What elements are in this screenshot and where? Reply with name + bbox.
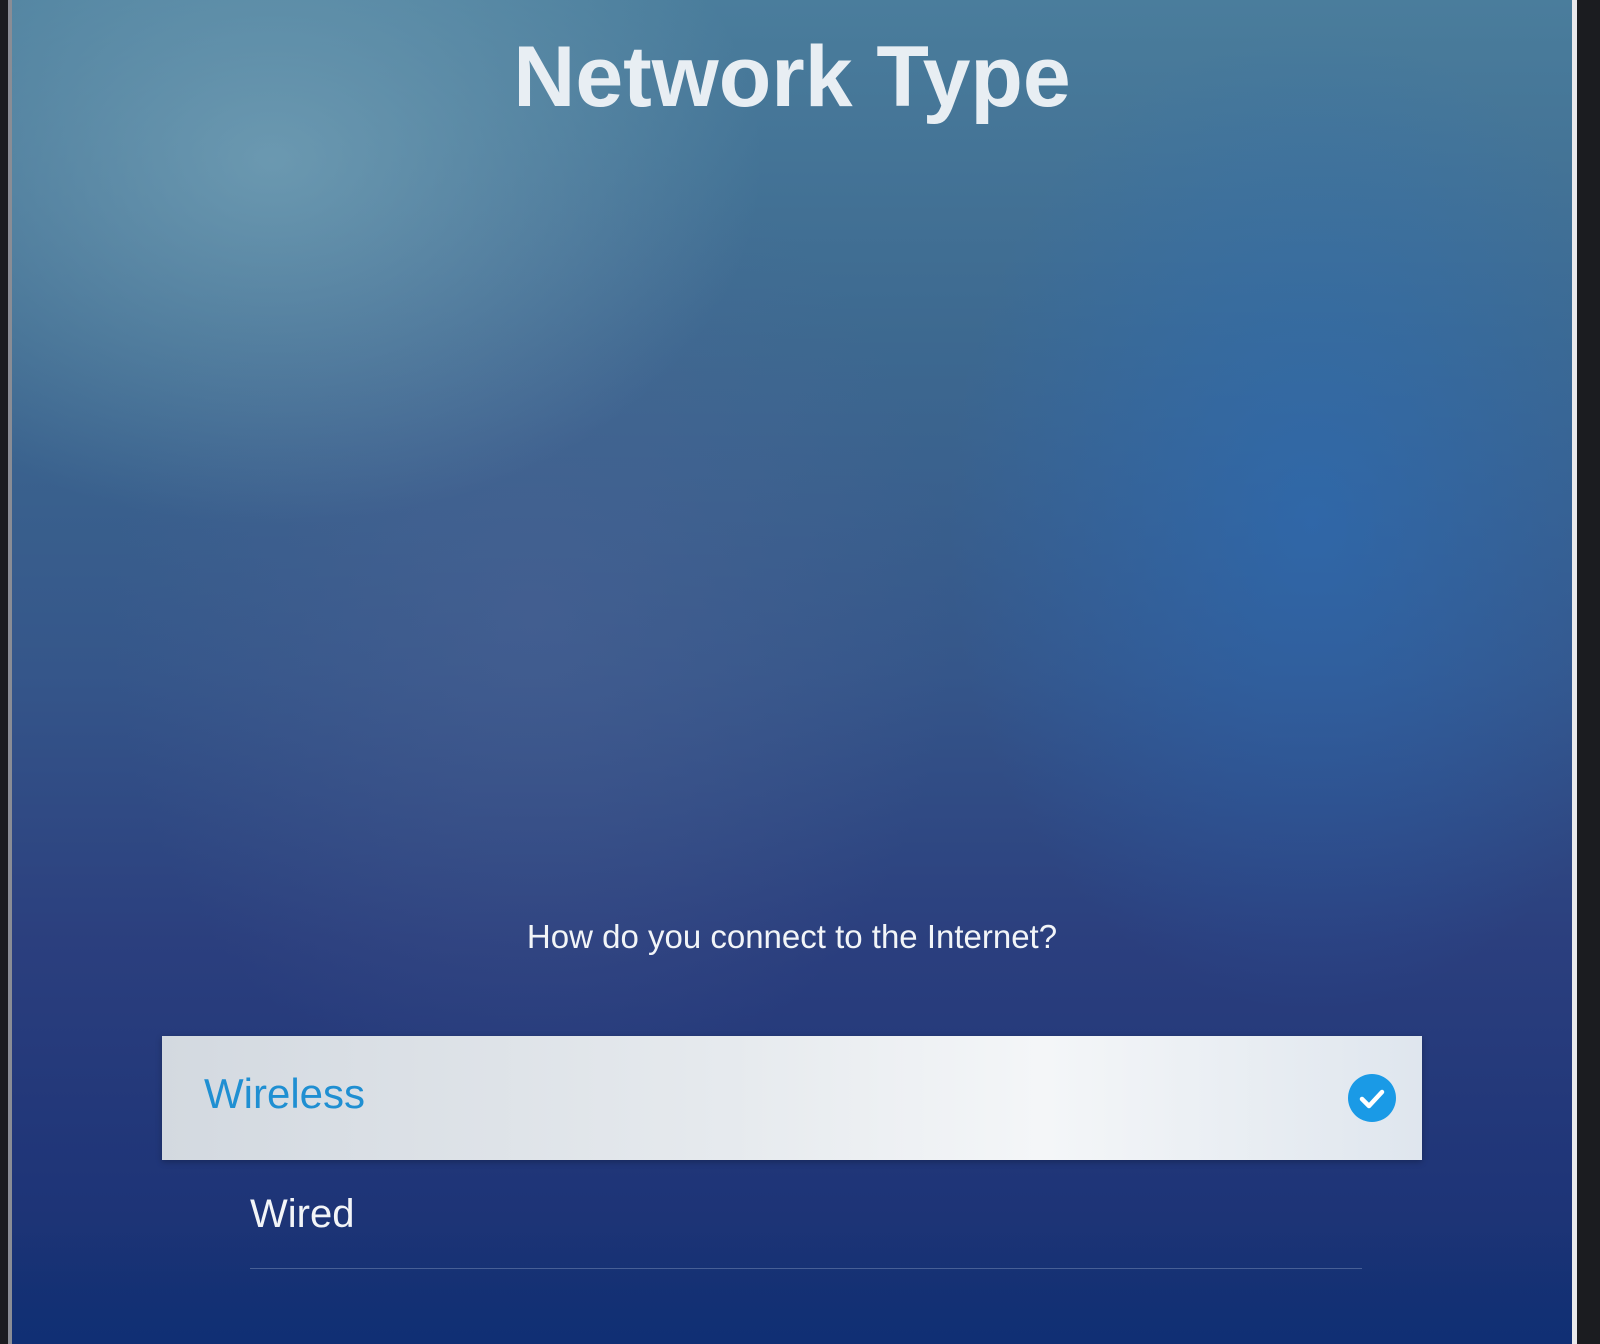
- option-wired-label: Wired: [250, 1192, 355, 1236]
- check-circle-icon: [1348, 1074, 1396, 1122]
- list-divider: [250, 1268, 1362, 1269]
- option-wired[interactable]: Wired: [162, 1160, 1422, 1270]
- option-wireless[interactable]: Wireless: [162, 1036, 1422, 1160]
- setup-question: How do you connect to the Internet?: [526, 918, 1058, 955]
- page-title: Network Type: [513, 29, 1071, 125]
- tv-screen: Network Type How do you connect to the I…: [12, 0, 1572, 1344]
- option-wireless-label: Wireless: [204, 1070, 366, 1117]
- tv-frame-right-edge: [1572, 0, 1577, 1344]
